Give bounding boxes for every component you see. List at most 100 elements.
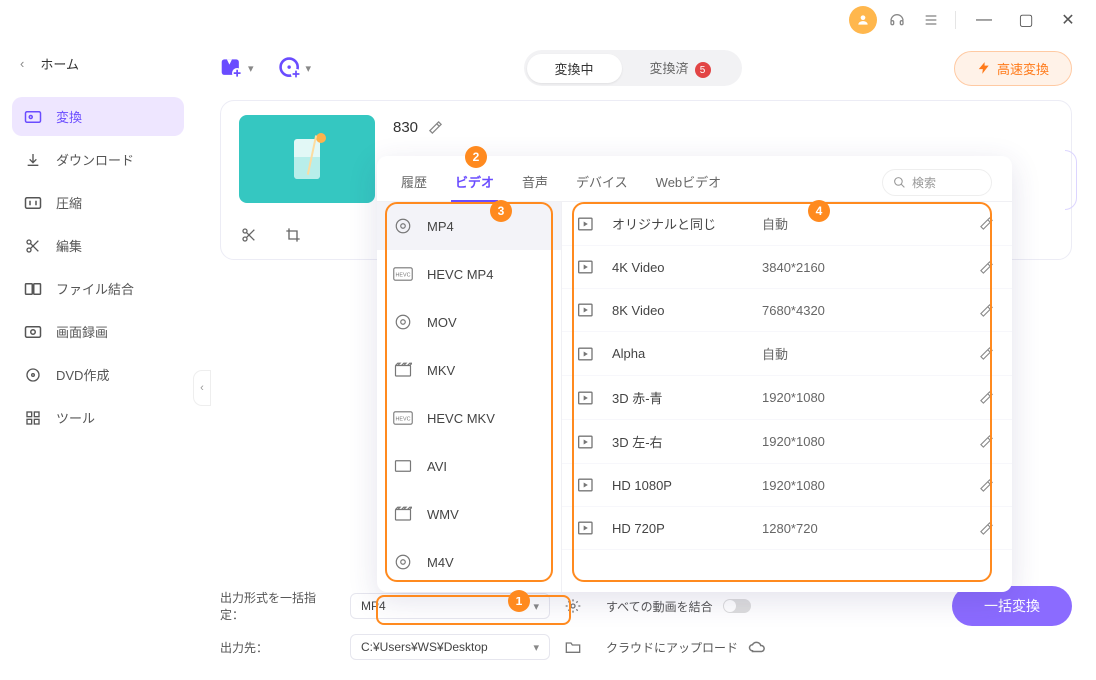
resolution-value: 1920*1080 xyxy=(762,478,882,493)
crop-icon[interactable] xyxy=(283,225,303,245)
format-row-mkv[interactable]: MKV xyxy=(377,346,561,394)
merge-label: すべての動画を結合 xyxy=(606,598,713,615)
file-title: 830 xyxy=(393,119,443,136)
sidebar-item-tools[interactable]: ツール xyxy=(12,398,184,437)
sidebar-item-label: ダウンロード xyxy=(56,150,134,169)
format-handle[interactable] xyxy=(1065,150,1077,210)
chevron-down-icon: ▾ xyxy=(533,641,539,654)
sidebar-item-edit[interactable]: 編集 xyxy=(12,226,184,265)
callout-2: 2 xyxy=(465,146,487,168)
sidebar-item-label: 編集 xyxy=(56,236,82,255)
rename-icon[interactable] xyxy=(428,120,443,135)
format-row-mov[interactable]: MOV xyxy=(377,298,561,346)
minimize-button[interactable]: — xyxy=(966,6,1002,34)
close-button[interactable]: ✕ xyxy=(1050,6,1086,34)
tab-done[interactable]: 変換済5 xyxy=(622,53,739,84)
popup-tab-history[interactable]: 履歴 xyxy=(397,164,431,201)
resolution-row[interactable]: 3D 赤-青1920*1080 xyxy=(562,376,1012,420)
resolution-row[interactable]: 3D 左-右1920*1080 xyxy=(562,420,1012,464)
format-file-icon: HEVC xyxy=(393,264,413,284)
format-name: MKV xyxy=(427,363,455,378)
edit-preset-icon[interactable] xyxy=(979,478,994,493)
resolution-row[interactable]: 4K Video3840*2160 xyxy=(562,246,1012,289)
format-search-input[interactable]: 検索 xyxy=(882,169,992,196)
video-preset-icon xyxy=(576,301,598,319)
resolution-value: 3840*2160 xyxy=(762,260,882,275)
sidebar-item-compress[interactable]: 圧縮 xyxy=(12,183,184,222)
format-name: MOV xyxy=(427,315,457,330)
cloud-icon[interactable] xyxy=(748,638,766,656)
search-icon xyxy=(893,176,906,189)
resolution-row[interactable]: HD 1080P1920*1080 xyxy=(562,464,1012,507)
resolution-row[interactable]: Alpha自動 xyxy=(562,332,1012,376)
trim-icon[interactable] xyxy=(239,225,259,245)
format-row-hevc-mp4[interactable]: HEVC HEVC MP4 xyxy=(377,250,561,298)
format-row-hevc-mkv[interactable]: HEVCHEVC MKV xyxy=(377,394,561,442)
maximize-button[interactable]: ▢ xyxy=(1008,6,1044,34)
format-name: M4V xyxy=(427,555,454,570)
resolution-row[interactable]: HD 720P1280*720 xyxy=(562,507,1012,550)
add-dvd-button[interactable]: ▾ xyxy=(278,56,312,80)
format-popup: 履歴 ビデオ 音声 デバイス Webビデオ 検索 MP4 HEVC HEVC MP4… xyxy=(377,156,1012,592)
status-tabs: 変換中 変換済5 xyxy=(524,50,742,86)
format-file-icon xyxy=(393,312,413,332)
popup-tab-video[interactable]: ビデオ xyxy=(451,164,498,201)
edit-preset-icon[interactable] xyxy=(979,303,994,318)
format-list: MP4 HEVC HEVC MP4 MOV MKV HEVCHEVC MKVAVI WMV M… xyxy=(377,202,562,592)
format-name: HEVC MP4 xyxy=(427,267,493,282)
fast-convert-button[interactable]: 高速変換 xyxy=(954,51,1072,86)
add-file-button[interactable]: ▾ xyxy=(220,57,254,79)
edit-preset-icon[interactable] xyxy=(979,260,994,275)
dest-label: 出力先： xyxy=(220,639,336,656)
format-row-avi[interactable]: AVI xyxy=(377,442,561,490)
fast-convert-label: 高速変換 xyxy=(997,59,1049,78)
popup-tab-audio[interactable]: 音声 xyxy=(518,164,552,201)
resolution-row[interactable]: オリジナルと同じ自動 xyxy=(562,202,1012,246)
video-thumbnail[interactable] xyxy=(239,115,375,203)
video-preset-icon xyxy=(576,345,598,363)
resolution-name: オリジナルと同じ xyxy=(612,214,762,233)
sidebar-collapse-handle[interactable]: ‹ xyxy=(193,370,211,406)
format-settings-icon[interactable] xyxy=(564,597,582,615)
sidebar-item-label: 圧縮 xyxy=(56,193,82,212)
download-icon xyxy=(24,151,42,169)
output-path-select[interactable]: C:¥Users¥WS¥Desktop ▾ xyxy=(350,634,550,660)
back-home[interactable]: ‹ ホーム xyxy=(12,48,184,79)
dvd-icon xyxy=(24,366,42,384)
format-row-m4v[interactable]: M4V xyxy=(377,538,561,586)
sidebar-item-convert[interactable]: 変換 xyxy=(12,97,184,136)
popup-tab-web[interactable]: Webビデオ xyxy=(652,164,726,201)
video-preset-icon xyxy=(576,215,598,233)
sidebar-item-merge[interactable]: ファイル結合 xyxy=(12,269,184,308)
convert-all-button[interactable]: 一括変換 xyxy=(952,586,1072,626)
format-row-wmv[interactable]: WMV xyxy=(377,490,561,538)
resolution-row[interactable]: 8K Video7680*4320 xyxy=(562,289,1012,332)
resolution-name: HD 720P xyxy=(612,521,762,536)
resolution-value: 7680*4320 xyxy=(762,303,882,318)
popup-tab-device[interactable]: デバイス xyxy=(572,164,632,201)
sidebar-item-dvd[interactable]: DVD作成 xyxy=(12,355,184,394)
resolution-name: 3D 左-右 xyxy=(612,432,762,451)
user-avatar[interactable] xyxy=(849,6,877,34)
edit-preset-icon[interactable] xyxy=(979,434,994,449)
edit-preset-icon[interactable] xyxy=(979,216,994,231)
format-row-mp4[interactable]: MP4 xyxy=(377,202,561,250)
edit-preset-icon[interactable] xyxy=(979,521,994,536)
format-name: WMV xyxy=(427,507,459,522)
video-preset-icon xyxy=(576,519,598,537)
resolution-value: 自動 xyxy=(762,344,882,363)
menu-icon[interactable] xyxy=(917,6,945,34)
resolution-name: 8K Video xyxy=(612,303,762,318)
tab-converting[interactable]: 変換中 xyxy=(527,54,622,83)
merge-toggle[interactable] xyxy=(723,599,751,613)
support-icon[interactable] xyxy=(883,6,911,34)
sidebar-item-record[interactable]: 画面録画 xyxy=(12,312,184,351)
sidebar-item-download[interactable]: ダウンロード xyxy=(12,140,184,179)
edit-preset-icon[interactable] xyxy=(979,390,994,405)
open-folder-icon[interactable] xyxy=(564,638,582,656)
resolution-name: 4K Video xyxy=(612,260,762,275)
resolution-list: オリジナルと同じ自動4K Video3840*21608K Video7680*… xyxy=(562,202,1012,592)
edit-preset-icon[interactable] xyxy=(979,346,994,361)
format-file-icon xyxy=(393,360,413,380)
resolution-name: Alpha xyxy=(612,346,762,361)
